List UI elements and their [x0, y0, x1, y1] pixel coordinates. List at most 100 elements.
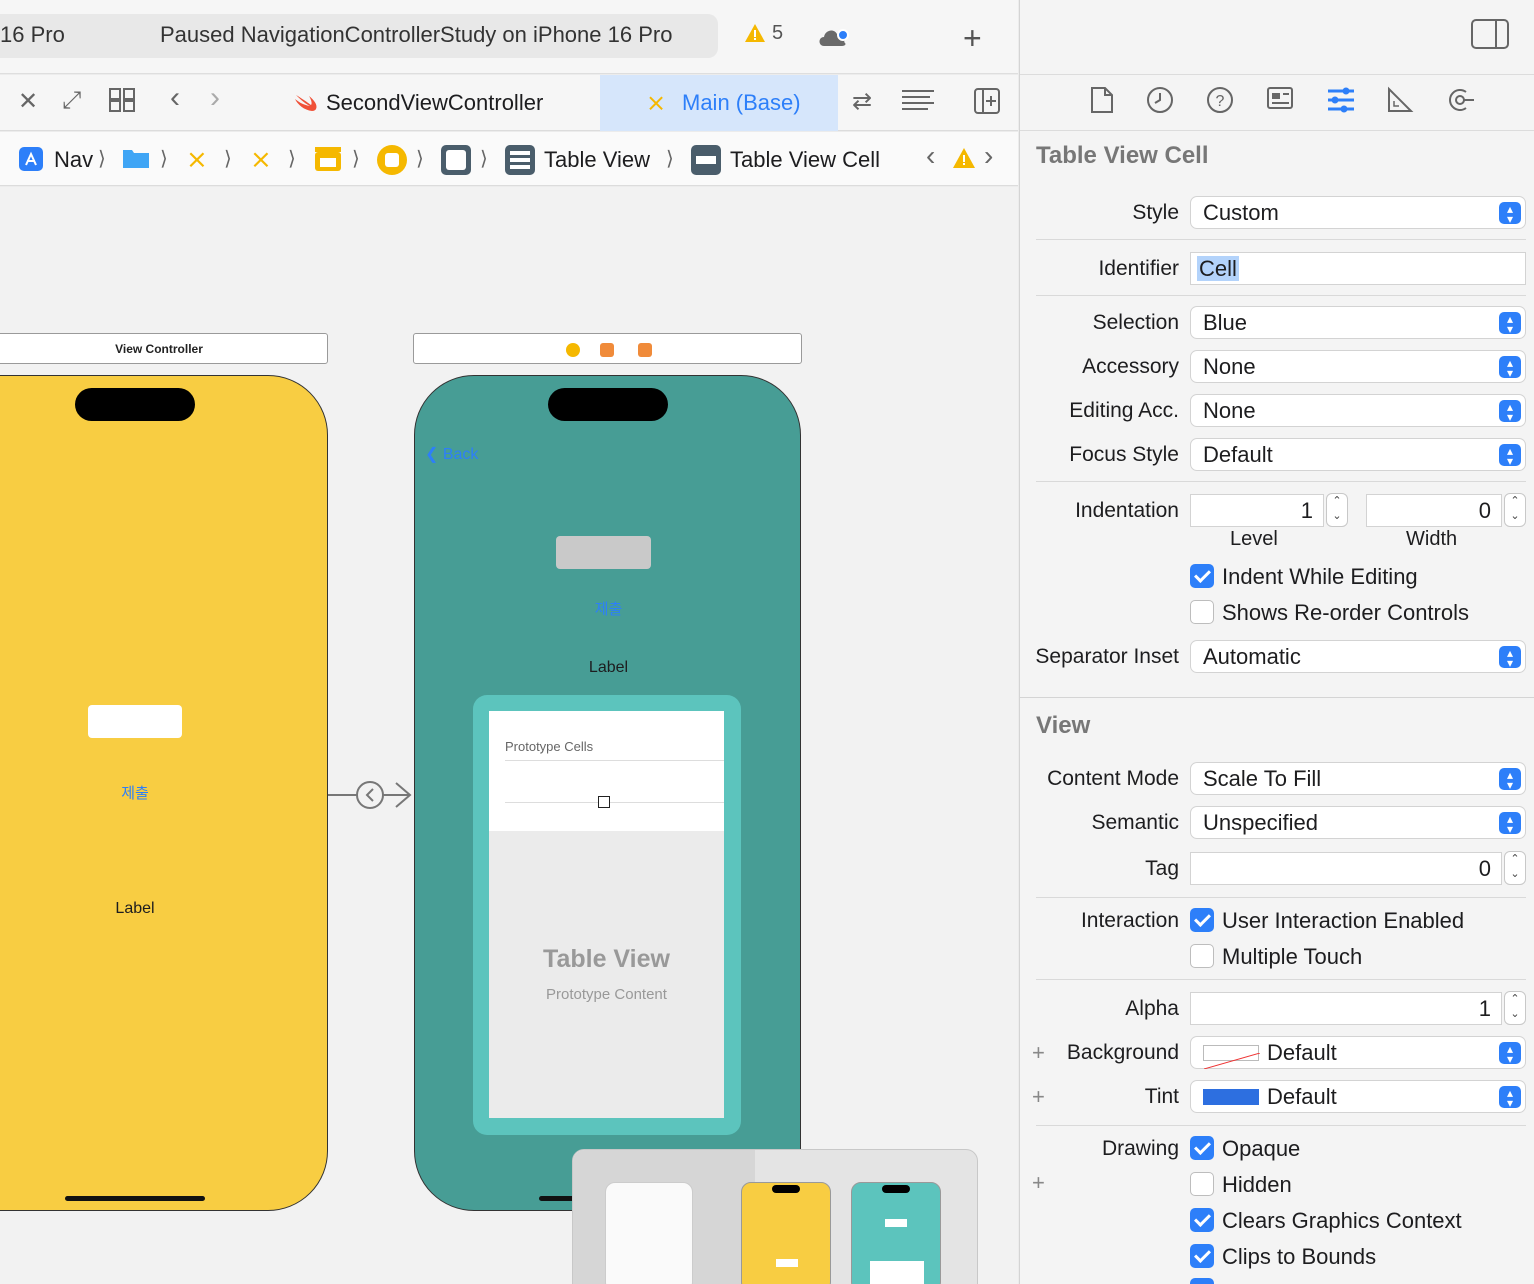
table-view-icon[interactable]	[504, 144, 536, 181]
table-view-container[interactable]: Prototype Cells Table View Prototype Con…	[473, 695, 741, 1135]
autoresize-checkbox[interactable]	[1190, 1278, 1214, 1284]
scene-icon[interactable]	[314, 146, 342, 177]
device-name[interactable]: 16 Pro	[0, 22, 65, 48]
editor-options-icon[interactable]	[900, 87, 936, 120]
view-controller-yellow[interactable]: 제출 Label	[0, 375, 328, 1211]
hidden-checkbox[interactable]	[1190, 1172, 1214, 1196]
focus-style-popup[interactable]: Default ▴ ▾	[1190, 438, 1526, 471]
identity-inspector-icon[interactable]	[1266, 86, 1294, 117]
view-controller-icon[interactable]	[376, 144, 408, 181]
exit-icon[interactable]	[638, 343, 652, 357]
submit-button[interactable]: 제출	[0, 782, 327, 803]
text-field[interactable]	[556, 536, 651, 569]
text-field[interactable]	[88, 705, 182, 738]
minimap-navigation-controller[interactable]	[605, 1182, 693, 1284]
history-icon[interactable]	[1146, 86, 1174, 121]
semantic-popup[interactable]: Unspecified ▴ ▾	[1190, 806, 1526, 839]
close-icon[interactable]: ✕	[18, 87, 38, 116]
chevron-up-down-icon: ▴ ▾	[1499, 312, 1521, 335]
view-controller-teal[interactable]: ❮ Back 제출 Label Prototype Cells Table Vi…	[414, 375, 801, 1211]
size-inspector-icon[interactable]	[1386, 86, 1414, 121]
tag-field[interactable]: 0	[1190, 852, 1502, 885]
clips-bounds-checkbox[interactable]	[1190, 1244, 1214, 1268]
back-chevron-icon: ❮	[425, 446, 439, 463]
background-popup[interactable]: Default ▴ ▾	[1190, 1036, 1526, 1070]
submit-button[interactable]: 제출	[415, 598, 800, 619]
segue-arrow[interactable]	[328, 781, 414, 814]
expand-icon[interactable]: ⤢	[62, 87, 81, 115]
folder-icon[interactable]	[122, 146, 150, 175]
view-icon[interactable]	[440, 144, 472, 181]
inspector-toggle-icon[interactable]	[1470, 18, 1510, 55]
prototype-cells-label: Prototype Cells	[505, 739, 594, 754]
issue-next-icon[interactable]: ›	[984, 140, 993, 172]
breadcrumb-table-view-cell[interactable]: Table View Cell	[730, 147, 880, 173]
attributes-inspector: ? Table View Cell Style Custom ▴ ▾ Identif…	[1019, 0, 1534, 1284]
clips-bounds-label: Clips to Bounds	[1222, 1244, 1377, 1269]
breadcrumb-nav[interactable]: Nav	[54, 147, 93, 173]
tag-stepper[interactable]: ⌃ ⌄	[1504, 851, 1526, 885]
add-variation-icon[interactable]: +	[1032, 1084, 1045, 1110]
opaque-checkbox[interactable]	[1190, 1136, 1214, 1160]
minimap-teal-vc[interactable]	[851, 1182, 941, 1284]
separator-inset-popup[interactable]: Automatic ▴ ▾	[1190, 640, 1526, 673]
tab-second-view-controller[interactable]: SecondViewController	[280, 75, 600, 131]
user-interaction-checkbox[interactable]	[1190, 908, 1214, 932]
level-stepper[interactable]: ⌃ ⌄	[1326, 493, 1348, 527]
app-store-icon[interactable]	[18, 146, 44, 177]
storyboard-icon[interactable]: ⨯	[186, 144, 208, 175]
breadcrumb-table-view[interactable]: Table View	[544, 147, 650, 173]
section-title-view: View	[1036, 712, 1091, 739]
shows-reorder-checkbox[interactable]	[1190, 600, 1214, 624]
cloud-icon[interactable]	[816, 24, 852, 55]
storyboard-scene-icon[interactable]: ⨯	[250, 144, 272, 175]
table-view[interactable]: Prototype Cells Table View Prototype Con…	[489, 711, 724, 1118]
help-icon[interactable]: ?	[1206, 86, 1234, 121]
file-inspector-icon[interactable]	[1090, 86, 1114, 121]
warning-icon[interactable]	[952, 147, 976, 174]
tint-popup[interactable]: Default ▴ ▾	[1190, 1080, 1526, 1113]
view-controller-dock-icon[interactable]	[566, 343, 580, 357]
table-view-cell-icon[interactable]	[690, 144, 722, 181]
scene-title-view-controller[interactable]: View Controller	[0, 333, 328, 364]
add-icon[interactable]: +	[963, 20, 982, 57]
indentation-level-field[interactable]: 1	[1190, 494, 1324, 527]
indentation-width-field[interactable]: 0	[1366, 494, 1502, 527]
storyboard-canvas[interactable]: View Controller 제출 Label ❮ Back 제출 Label…	[0, 187, 1018, 1284]
table-view-cell[interactable]	[598, 796, 610, 808]
accessory-value: None	[1203, 354, 1256, 379]
indent-while-editing-checkbox[interactable]	[1190, 564, 1214, 588]
scene-title-second[interactable]	[413, 333, 802, 364]
width-stepper[interactable]: ⌃ ⌄	[1504, 493, 1526, 527]
back-button[interactable]: ❮ Back	[425, 444, 478, 464]
minimap[interactable]	[572, 1149, 978, 1284]
dynamic-island	[548, 388, 668, 421]
chevron-up-down-icon: ▴ ▾	[1499, 812, 1521, 835]
connections-inspector-icon[interactable]	[1446, 86, 1476, 121]
alpha-field[interactable]: 1	[1190, 992, 1502, 1025]
style-popup[interactable]: Custom ▴ ▾	[1190, 196, 1526, 229]
clears-context-checkbox[interactable]	[1190, 1208, 1214, 1232]
related-items-icon[interactable]	[108, 87, 136, 120]
warning-icon[interactable]	[744, 22, 766, 49]
add-variation-icon[interactable]: +	[1032, 1040, 1045, 1066]
indent-while-editing-label: Indent While Editing	[1222, 564, 1418, 589]
identifier-field[interactable]: Cell	[1190, 252, 1526, 285]
multiple-touch-checkbox[interactable]	[1190, 944, 1214, 968]
forward-chevron-icon[interactable]: ›	[210, 81, 220, 115]
back-chevron-icon[interactable]: ‹	[170, 81, 180, 115]
add-variation-icon[interactable]: +	[1032, 1170, 1045, 1196]
content-mode-popup[interactable]: Scale To Fill ▴ ▾	[1190, 762, 1526, 795]
swap-icon[interactable]: ⇄	[852, 87, 872, 116]
issue-previous-icon[interactable]: ‹	[926, 140, 935, 172]
alpha-stepper[interactable]: ⌃ ⌄	[1504, 991, 1526, 1025]
selection-popup[interactable]: Blue ▴ ▾	[1190, 306, 1526, 339]
tab-main-storyboard[interactable]: ⨯ Main (Base)	[600, 75, 838, 131]
first-responder-icon[interactable]	[600, 343, 614, 357]
minimap-yellow-vc[interactable]	[741, 1182, 831, 1284]
editing-acc-popup[interactable]: None ▴ ▾	[1190, 394, 1526, 427]
table-view-placeholder-subtitle: Prototype Content	[546, 986, 667, 1003]
attributes-inspector-icon[interactable]	[1326, 86, 1356, 121]
add-editor-icon[interactable]	[973, 87, 1001, 122]
accessory-popup[interactable]: None ▴ ▾	[1190, 350, 1526, 383]
